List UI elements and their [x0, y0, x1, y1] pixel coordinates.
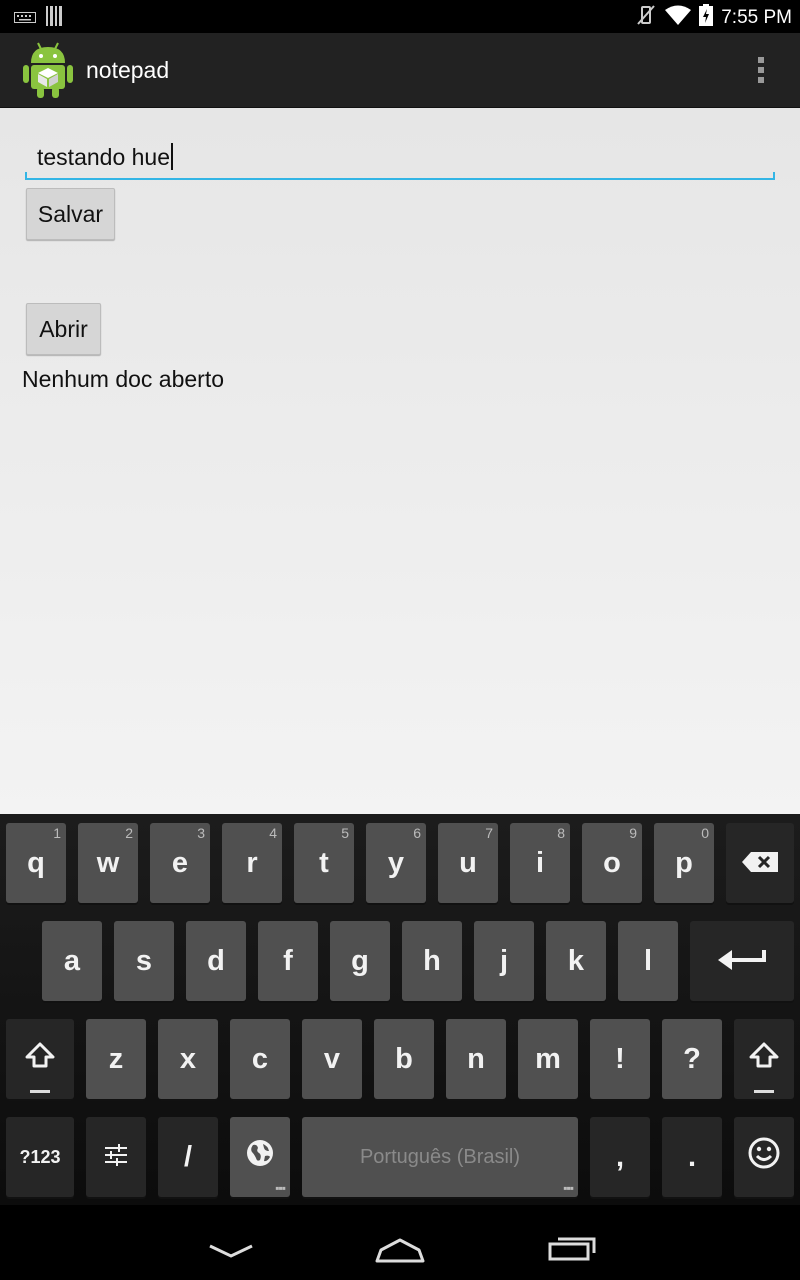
recent-apps-icon[interactable] — [548, 1235, 596, 1265]
key-f[interactable]: f — [258, 921, 318, 1001]
android-app-icon[interactable] — [22, 41, 74, 99]
keyboard-notification-icon — [14, 9, 36, 28]
key-symbols[interactable]: ?123 — [6, 1117, 74, 1197]
key-k[interactable]: k — [546, 921, 606, 1001]
key-comma[interactable]: , — [590, 1117, 650, 1197]
key-m[interactable]: m — [518, 1019, 578, 1099]
status-bar: 7:55 PM — [0, 0, 800, 33]
key-emoji[interactable] — [734, 1117, 794, 1197]
key-v[interactable]: v — [302, 1019, 362, 1099]
key-z[interactable]: z — [86, 1019, 146, 1099]
emoji-icon — [748, 1137, 780, 1177]
key-r[interactable]: r4 — [222, 823, 282, 903]
backspace-icon — [742, 847, 778, 880]
soft-keyboard: q1 w2 e3 r4 t5 y6 u7 i8 o9 p0 a s d f g … — [0, 814, 800, 1205]
key-g[interactable]: g — [330, 921, 390, 1001]
long-press-indicator: ▪▪▪ — [563, 1181, 574, 1195]
key-shift-left[interactable] — [6, 1019, 74, 1099]
key-slash[interactable]: / — [158, 1117, 218, 1197]
note-text-field[interactable]: testando hue — [25, 134, 775, 180]
wifi-icon — [665, 5, 692, 31]
vibrate-off-icon — [635, 4, 657, 32]
key-settings[interactable] — [86, 1117, 146, 1197]
key-b[interactable]: b — [374, 1019, 434, 1099]
key-w[interactable]: w2 — [78, 823, 138, 903]
long-press-indicator: ▪▪▪ — [275, 1181, 286, 1195]
navigation-bar — [0, 1205, 800, 1280]
key-x[interactable]: x — [158, 1019, 218, 1099]
key-s[interactable]: s — [114, 921, 174, 1001]
shift-icon — [25, 1042, 55, 1076]
settings-sliders-icon — [103, 1141, 129, 1174]
key-shift-right[interactable] — [734, 1019, 794, 1099]
key-question[interactable]: ? — [662, 1019, 722, 1099]
main-content: testando hue Salvar Abrir Nenhum doc abe… — [0, 108, 800, 814]
key-o[interactable]: o9 — [582, 823, 642, 903]
back-chevron-icon[interactable] — [208, 1243, 254, 1263]
key-p[interactable]: p0 — [654, 823, 714, 903]
shift-icon — [749, 1042, 779, 1076]
key-backspace[interactable] — [726, 823, 794, 903]
globe-icon — [245, 1138, 275, 1176]
clock: 7:55 PM — [721, 7, 792, 28]
key-n[interactable]: n — [446, 1019, 506, 1099]
key-i[interactable]: i8 — [510, 823, 570, 903]
battery-icon — [699, 4, 714, 32]
key-d[interactable]: d — [186, 921, 246, 1001]
shift-indicator — [30, 1090, 50, 1093]
key-exclamation[interactable]: ! — [590, 1019, 650, 1099]
key-space[interactable]: Português (Brasil) ▪▪▪ — [302, 1117, 578, 1197]
key-l[interactable]: l — [618, 921, 678, 1001]
key-period[interactable]: . — [662, 1117, 722, 1197]
key-j[interactable]: j — [474, 921, 534, 1001]
key-language[interactable]: ▪▪▪ — [230, 1117, 290, 1197]
note-text-value: testando hue — [37, 144, 171, 170]
key-h[interactable]: h — [402, 921, 462, 1001]
enter-icon — [718, 945, 766, 978]
key-enter[interactable] — [690, 921, 794, 1001]
barcode-notification-icon — [46, 6, 64, 30]
key-y[interactable]: y6 — [366, 823, 426, 903]
key-t[interactable]: t5 — [294, 823, 354, 903]
key-e[interactable]: e3 — [150, 823, 210, 903]
home-icon[interactable] — [374, 1234, 426, 1268]
text-field-underline — [25, 172, 775, 180]
overflow-menu-icon[interactable] — [756, 57, 766, 87]
app-title: notepad — [86, 57, 170, 83]
key-q[interactable]: q1 — [6, 823, 66, 903]
open-button[interactable]: Abrir — [26, 303, 101, 355]
key-u[interactable]: u7 — [438, 823, 498, 903]
space-language-label: Português (Brasil) — [359, 1145, 521, 1168]
action-bar: notepad — [0, 33, 800, 108]
save-button[interactable]: Salvar — [26, 188, 115, 240]
document-status-text: Nenhum doc aberto — [22, 366, 225, 392]
shift-indicator — [754, 1090, 774, 1093]
key-c[interactable]: c — [230, 1019, 290, 1099]
text-cursor — [171, 143, 174, 170]
key-a[interactable]: a — [42, 921, 102, 1001]
